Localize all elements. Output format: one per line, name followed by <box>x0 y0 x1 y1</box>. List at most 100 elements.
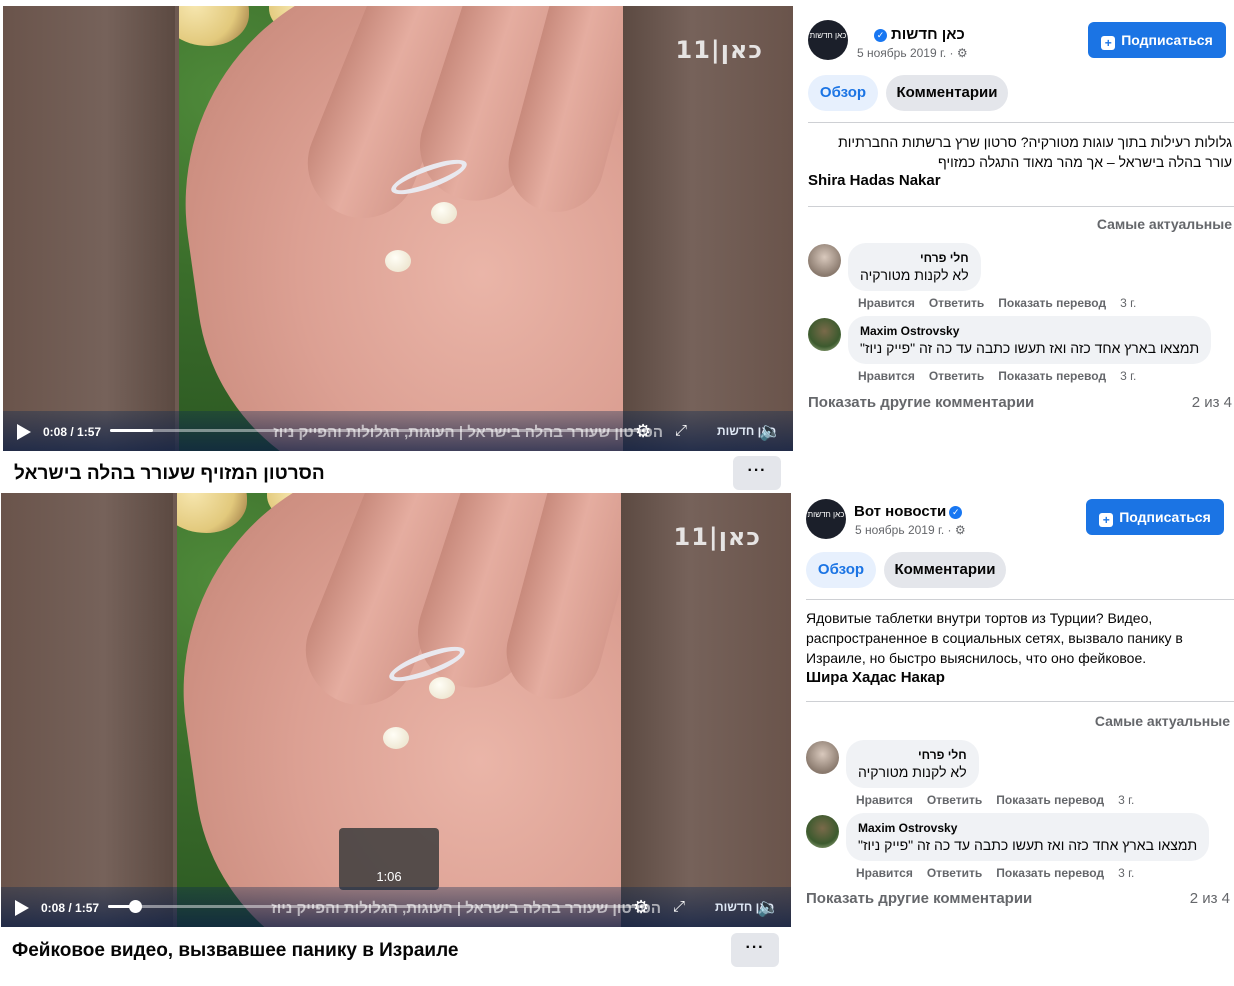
page-name-row: ✓ כאן חדשות <box>874 26 965 43</box>
translate-link[interactable]: Показать перевод <box>998 296 1106 310</box>
divider <box>808 122 1234 123</box>
comment-author[interactable]: חלי פרחי <box>860 251 969 265</box>
video-frame-left <box>1 493 173 927</box>
fullscreen-icon[interactable]: ⤢ <box>675 421 687 441</box>
comment-bubble: חלי פרחי לא לקנות מטורקיה <box>846 740 979 788</box>
verified-icon: ✓ <box>874 29 887 42</box>
video-controls: הסרטון שעורר בהלה בישראל | העוגות, הגלול… <box>3 411 793 451</box>
comment-author[interactable]: חלי פרחי <box>858 748 967 762</box>
comment-bubble: Maxim Ostrovsky תמצאו בארץ אחד כזה ואז ת… <box>848 316 1212 364</box>
comment-age[interactable]: 3 г. <box>1120 296 1136 310</box>
seek-knob[interactable] <box>129 900 142 913</box>
pill-image <box>385 250 411 272</box>
comment-age[interactable]: 3 г. <box>1118 793 1134 807</box>
comment-bubble: Maxim Ostrovsky תמצאו בארץ אחד כזה ואז ת… <box>846 813 1210 861</box>
reply-link[interactable]: Ответить <box>929 296 984 310</box>
subscribe-button[interactable]: + Подписаться <box>1086 499 1224 535</box>
video-time: 0:08 / 1:57 <box>43 425 102 439</box>
divider <box>806 701 1234 702</box>
seek-bar[interactable] <box>110 429 650 432</box>
video-frame-right <box>623 6 793 451</box>
author-name: Шира Хадас Накар <box>806 669 945 686</box>
comment-count: 2 из 4 <box>1191 394 1232 411</box>
video-title: Фейковое видео, вызвавшее панику в Израи… <box>12 940 459 961</box>
comment-age[interactable]: 3 г. <box>1118 866 1134 880</box>
like-link[interactable]: Нравится <box>858 369 915 383</box>
comment-actions: Нравится Ответить Показать перевод 3 г. <box>858 369 1150 383</box>
show-more-comments-link[interactable]: Показать другие комментарии <box>806 890 1032 907</box>
like-link[interactable]: Нравится <box>856 866 913 880</box>
pill-image <box>431 202 457 224</box>
add-page-icon: + <box>1099 513 1114 527</box>
fullscreen-icon[interactable]: ⤢ <box>673 897 685 917</box>
volume-icon[interactable]: 🔈 <box>759 421 781 441</box>
play-icon[interactable] <box>17 424 31 440</box>
volume-icon[interactable]: 🔈 <box>757 897 779 917</box>
more-options-button[interactable]: ··· <box>733 456 781 490</box>
post-description: גלולות רעילות בתוך עוגות מטורקיה? סרטון … <box>838 134 1232 170</box>
cake-image <box>177 493 247 533</box>
page-avatar[interactable]: כאן חדשות <box>806 499 846 539</box>
comment-text: לא לקנות מטורקיה <box>858 764 967 780</box>
settings-icon[interactable]: ⚙ <box>635 421 651 441</box>
avatar[interactable] <box>806 815 839 848</box>
reply-link[interactable]: Ответить <box>927 866 982 880</box>
comment-actions: Нравится Ответить Показать перевод 3 г. <box>856 866 1148 880</box>
post-panel-translated: כאן|11 1:06 הסרטון שעורר בהלה בישראל | ה… <box>0 493 1234 986</box>
comment-text: תמצאו בארץ אחד כזה ואז תעשו כתבה עד כה ז… <box>860 340 1200 356</box>
post-panel-original: כאן|11 הסרטון שעורר בהלה בישראל | העוגות… <box>0 0 1234 493</box>
video-frame-right <box>621 493 791 927</box>
more-options-button[interactable]: ··· <box>731 933 779 967</box>
video-scene <box>179 6 623 451</box>
sort-dropdown[interactable]: Самые актуальные <box>1097 216 1232 232</box>
news-ticker: הסרטון שעורר בהלה בישראל | העוגות, הגלול… <box>273 424 663 441</box>
page-name-row: Вот новости ✓ <box>854 503 963 520</box>
like-link[interactable]: Нравится <box>858 296 915 310</box>
page-name[interactable]: כאן חדשות <box>891 26 965 43</box>
page-name[interactable]: Вот новости <box>854 503 946 520</box>
tab-overview[interactable]: Обзор <box>806 552 876 588</box>
video-player[interactable]: כאן|11 1:06 הסרטון שעורר בהלה בישראל | ה… <box>1 493 791 927</box>
avatar[interactable] <box>808 244 841 277</box>
tab-overview[interactable]: Обзор <box>808 75 878 111</box>
seek-bar[interactable] <box>108 900 648 913</box>
video-controls: הסרטון שעורר בהלה בישראל | העוגות, הגלול… <box>1 887 791 927</box>
seek-preview-time: 1:06 <box>376 869 402 884</box>
news-ticker: הסרטון שעורר בהלה בישראל | העוגות, הגלול… <box>271 900 661 917</box>
subscribe-label: Подписаться <box>1119 509 1211 525</box>
divider <box>806 599 1234 600</box>
page-avatar[interactable]: כאן חדשות <box>808 20 848 60</box>
post-description: Ядовитые таблетки внутри тортов из Турци… <box>806 610 1183 666</box>
translate-link[interactable]: Показать перевод <box>996 866 1104 880</box>
channel-watermark: כאן|11 <box>675 36 763 64</box>
like-link[interactable]: Нравится <box>856 793 913 807</box>
add-page-icon: + <box>1101 36 1116 50</box>
comment-actions: Нравится Ответить Показать перевод 3 г. <box>858 296 1150 310</box>
tab-comments[interactable]: Комментарии <box>886 75 1008 111</box>
channel-watermark: כאן|11 <box>673 523 761 551</box>
sort-dropdown[interactable]: Самые актуальные <box>1095 713 1230 729</box>
translate-link[interactable]: Показать перевод <box>998 369 1106 383</box>
avatar[interactable] <box>808 318 841 351</box>
comment-age[interactable]: 3 г. <box>1120 369 1136 383</box>
pill-image <box>429 677 455 699</box>
show-more-comments-link[interactable]: Показать другие комментарии <box>808 394 1034 411</box>
comment-text: לא לקנות מטורקיה <box>860 267 969 283</box>
settings-icon[interactable]: ⚙ <box>633 897 649 917</box>
video-player[interactable]: כאן|11 הסרטון שעורר בהלה בישראל | העוגות… <box>3 6 793 451</box>
comment-author[interactable]: Maxim Ostrovsky <box>860 324 1199 338</box>
comment-author[interactable]: Maxim Ostrovsky <box>858 821 1197 835</box>
comment-bubble: חלי פרחי לא לקנות מטורקיה <box>848 243 981 291</box>
tab-comments[interactable]: Комментарии <box>884 552 1006 588</box>
cake-image <box>179 6 249 46</box>
verified-icon: ✓ <box>949 506 963 519</box>
translate-link[interactable]: Показать перевод <box>996 793 1104 807</box>
post-date[interactable]: 5 ноябрь 2019 г. · ⚙ <box>857 46 968 60</box>
reply-link[interactable]: Ответить <box>929 369 984 383</box>
subscribe-button[interactable]: + Подписаться <box>1088 22 1226 58</box>
avatar[interactable] <box>806 741 839 774</box>
post-date[interactable]: 5 ноябрь 2019 г. · ⚙ <box>855 523 966 537</box>
reply-link[interactable]: Ответить <box>927 793 982 807</box>
comment-actions: Нравится Ответить Показать перевод 3 г. <box>856 793 1148 807</box>
play-icon[interactable] <box>15 900 29 916</box>
